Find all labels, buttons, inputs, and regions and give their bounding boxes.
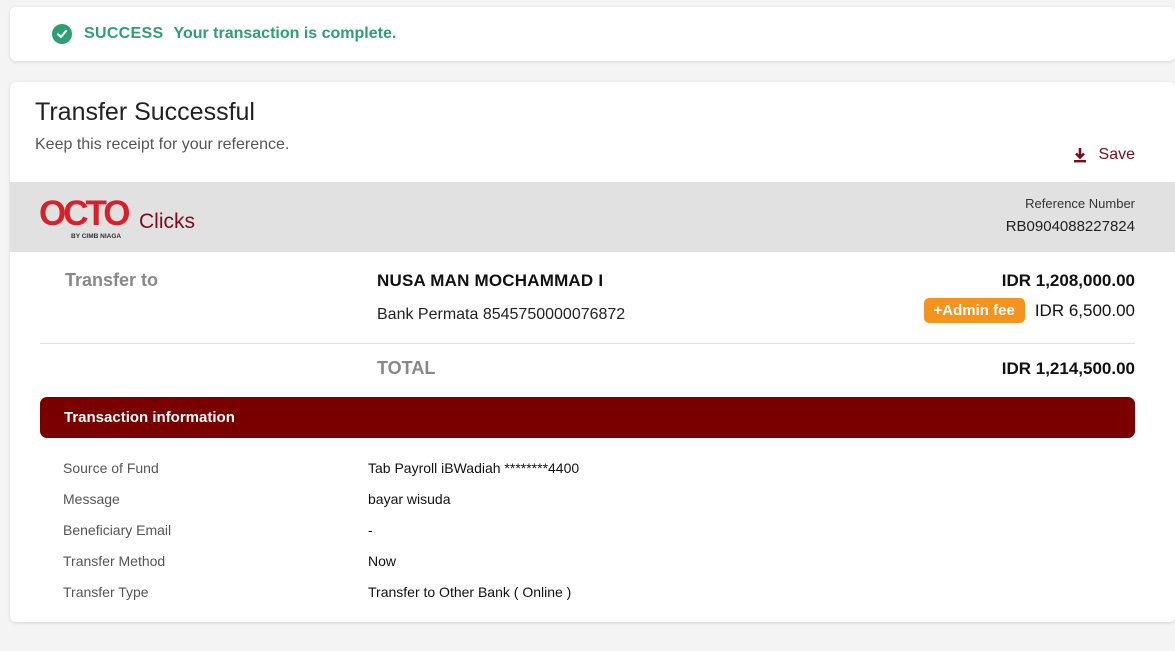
total-label: TOTAL xyxy=(377,358,436,378)
info-row-transfer-method: Transfer Method Now xyxy=(10,553,1175,573)
transfer-to-label: Transfer to xyxy=(65,270,159,290)
info-value: bayar wisuda xyxy=(368,491,451,507)
success-alert: SUCCESS Your transaction is complete. xyxy=(10,7,1175,61)
info-row-transfer-type: Transfer Type Transfer to Other Bank ( O… xyxy=(10,584,1175,604)
receipt-card: Transfer Successful Keep this receipt fo… xyxy=(10,82,1175,622)
logo-word2: Clicks xyxy=(139,210,195,233)
reference-label: Reference Number xyxy=(1025,196,1135,211)
reference-number: RB0904088227824 xyxy=(1005,218,1135,235)
info-value: Transfer to Other Bank ( Online ) xyxy=(368,584,572,600)
alert-message: Your transaction is complete. xyxy=(173,25,397,42)
brand-bar: OCTO Clicks BY CIMB NIAGA Reference Numb… xyxy=(10,182,1175,252)
transaction-info-header: Transaction information xyxy=(40,397,1135,438)
info-value: - xyxy=(368,522,373,538)
info-value: Tab Payroll iBWadiah ********4400 xyxy=(368,460,580,476)
transaction-info-title: Transaction information xyxy=(64,409,235,426)
transfer-amount: IDR 1,208,000.00 xyxy=(1001,271,1135,290)
info-row-source-of-fund: Source of Fund Tab Payroll iBWadiah ****… xyxy=(10,460,1175,480)
alert-status: SUCCESS xyxy=(84,25,164,42)
info-value: Now xyxy=(368,553,397,569)
info-key: Transfer Method xyxy=(63,553,166,569)
logo-tagline: BY CIMB NIAGA xyxy=(71,233,121,240)
info-row-message: Message bayar wisuda xyxy=(10,491,1175,511)
beneficiary-name: NUSA MAN MOCHAMMAD I xyxy=(377,271,604,290)
info-row-beneficiary-email: Beneficiary Email - xyxy=(10,522,1175,542)
info-key: Beneficiary Email xyxy=(63,522,172,538)
check-circle-icon xyxy=(52,24,72,44)
beneficiary-bank: Bank Permata 8545750000076872 xyxy=(377,306,626,323)
admin-fee: +Admin fee IDR 6,500.00 xyxy=(923,298,1135,323)
download-icon xyxy=(1073,148,1086,163)
logo-word1: OCTO xyxy=(39,194,129,233)
admin-fee-badge: +Admin fee xyxy=(923,298,1025,323)
save-button[interactable]: Save xyxy=(1073,146,1135,164)
info-key: Source of Fund xyxy=(63,460,159,476)
info-key: Message xyxy=(63,491,120,507)
page-subtitle: Keep this receipt for your reference. xyxy=(35,136,290,153)
octo-clicks-logo: OCTO Clicks BY CIMB NIAGA xyxy=(39,194,199,245)
admin-fee-amount: IDR 6,500.00 xyxy=(1034,300,1135,320)
total-amount: IDR 1,214,500.00 xyxy=(1001,359,1135,378)
info-key: Transfer Type xyxy=(63,584,149,600)
page-title: Transfer Successful xyxy=(35,98,255,126)
save-label: Save xyxy=(1098,146,1135,163)
divider xyxy=(40,343,1135,344)
